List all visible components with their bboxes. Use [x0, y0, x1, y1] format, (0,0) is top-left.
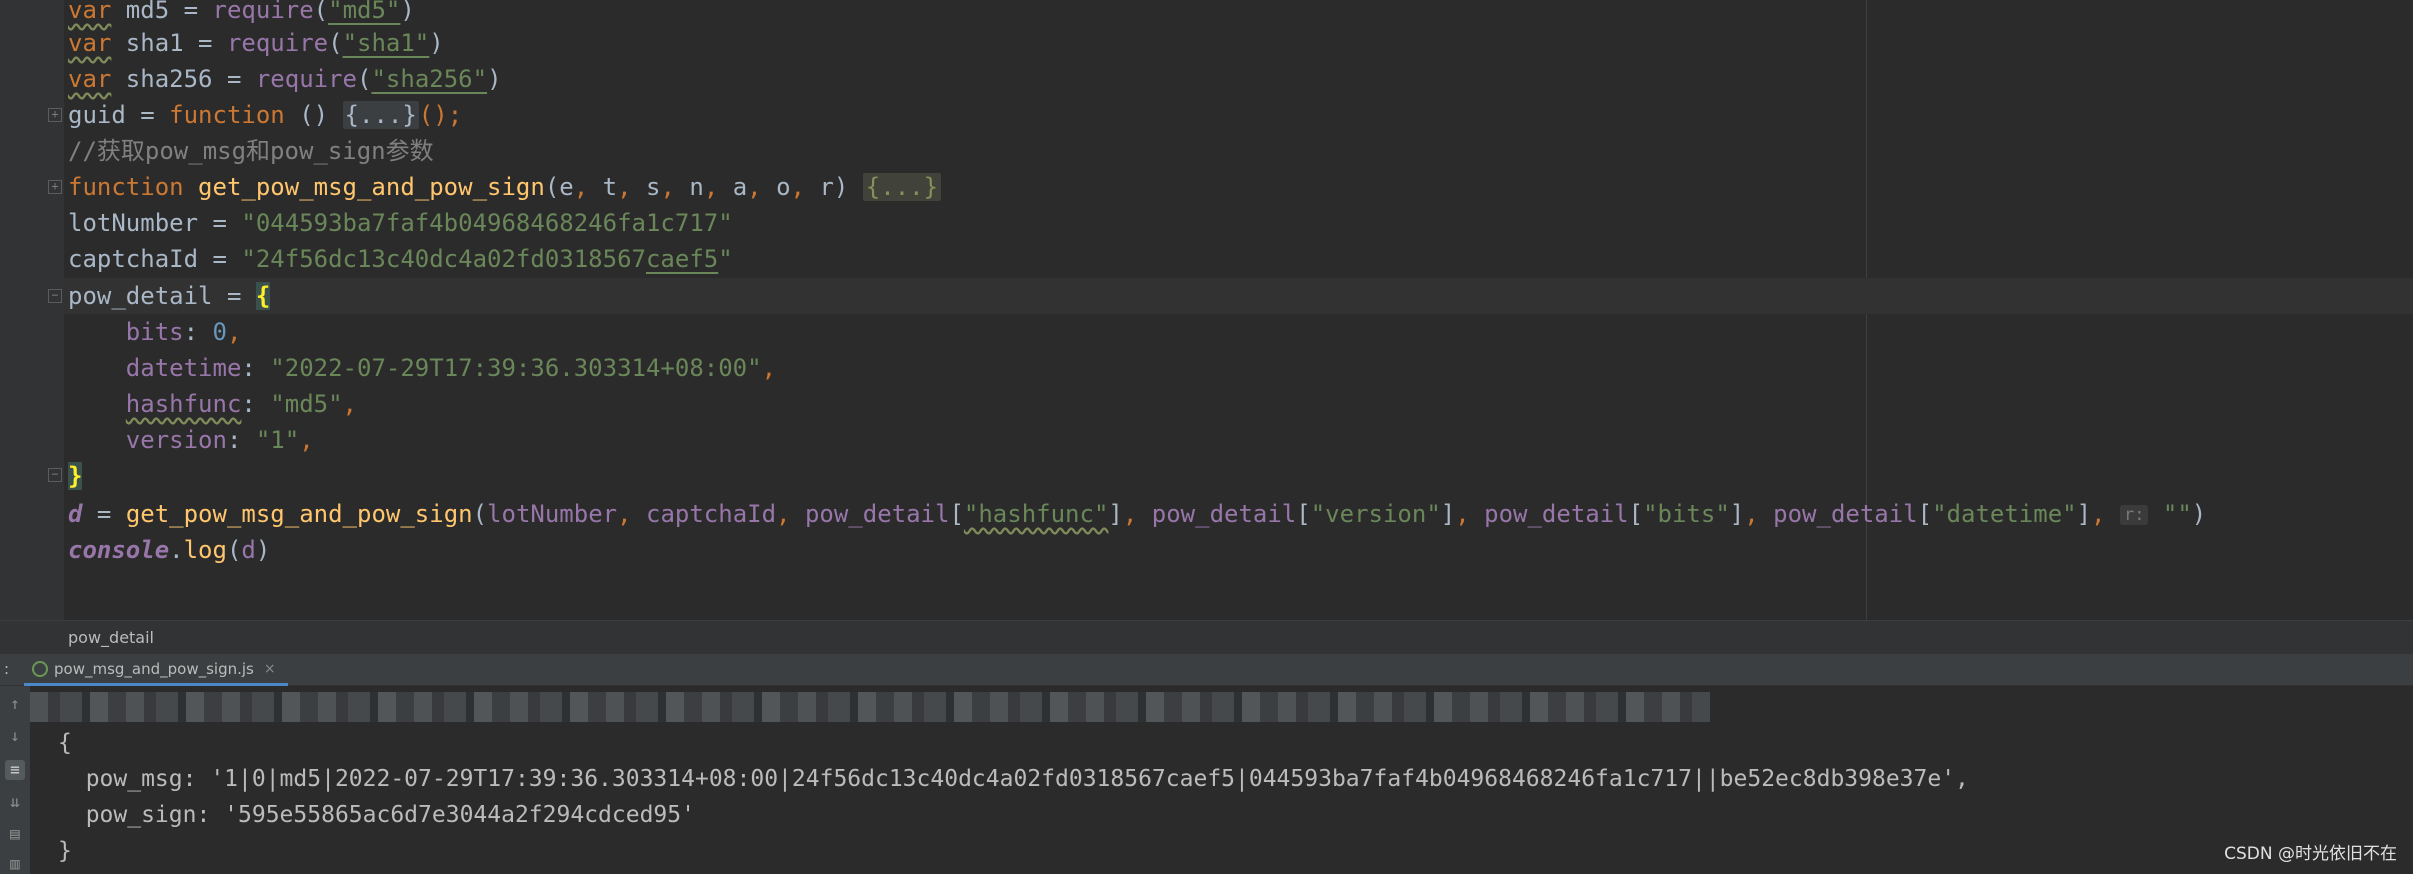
folded-block[interactable]: {...}	[862, 173, 942, 201]
console-line: }	[58, 838, 72, 864]
code-line-4: guid = function () {...}();	[68, 101, 463, 129]
nodejs-icon	[32, 660, 48, 677]
parameter-hint: r:	[2119, 505, 2149, 525]
console-line: pow_msg: '1|0|md5|2022-07-29T17:39:36.30…	[58, 766, 1969, 792]
trash-icon[interactable]: ▥	[5, 854, 25, 874]
code-line-13: version: "1",	[68, 426, 314, 454]
code-line-6: function get_pow_msg_and_pow_sign(e, t, …	[68, 169, 942, 205]
code-line-5: //获取pow_msg和pow_sign参数	[68, 137, 434, 165]
soft-wrap-icon[interactable]: ≡	[5, 760, 25, 780]
editor-gutter	[0, 0, 64, 620]
folded-block[interactable]: {...}	[342, 101, 419, 129]
close-icon[interactable]: ×	[264, 661, 276, 677]
fold-toggle-icon[interactable]: −	[48, 289, 62, 303]
code-line-11: datetime: "2022-07-29T17:39:36.303314+08…	[68, 354, 777, 382]
run-label: :	[4, 660, 10, 678]
scroll-to-end-icon[interactable]: ⇊	[5, 792, 25, 812]
fold-toggle-icon[interactable]: +	[48, 108, 62, 122]
code-line-1: var md5 = require("md5")	[68, 0, 415, 24]
code-line-12: hashfunc: "md5",	[125, 390, 357, 418]
down-icon[interactable]: ↓	[5, 726, 25, 746]
run-console[interactable]: ↑ ↓ ≡ ⇊ ▤ ▥ { pow_msg: '1|0|md5|2022-07-…	[0, 686, 2413, 874]
console-toolbar: ↑ ↓ ≡ ⇊ ▤ ▥	[0, 686, 30, 874]
code-line-7: lotNumber = "044593ba7faf4b04968468246fa…	[68, 209, 733, 237]
breadcrumb[interactable]: pow_detail	[0, 620, 2413, 654]
rerun-icon[interactable]: ↑	[5, 694, 25, 714]
fold-toggle-icon[interactable]: −	[48, 468, 62, 482]
fold-toggle-icon[interactable]: +	[48, 180, 62, 194]
code-line-2: var sha1 = require("sha1")	[68, 29, 444, 57]
breadcrumb-item[interactable]: pow_detail	[68, 628, 154, 647]
code-editor[interactable]: var md5 = require("md5") var sha1 = requ…	[0, 0, 2413, 620]
code-line-14: }	[68, 462, 83, 490]
watermark: CSDN @时光依旧不在	[2224, 844, 2397, 864]
tab-run-config[interactable]: pow_msg_and_pow_sign.js ×	[24, 654, 288, 686]
run-tool-tabs: : pow_msg_and_pow_sign.js ×	[0, 654, 2413, 686]
tab-label: pow_msg_and_pow_sign.js	[54, 659, 254, 678]
code-line-9-current[interactable]: pow_detail = {	[64, 278, 2413, 314]
code-line-16: console.log(d)	[68, 536, 271, 564]
code-line-15: d = get_pow_msg_and_pow_sign(lotNumber, …	[68, 500, 2207, 528]
code-line-8: captchaId = "24f56dc13c40dc4a02fd0318567…	[68, 245, 733, 273]
print-icon[interactable]: ▤	[5, 824, 25, 844]
code-line-3: var sha256 = require("sha256")	[68, 65, 502, 93]
console-line: {	[58, 730, 72, 756]
console-line: pow_sign: '595e55865ac6d7e3044a2f294cdce…	[58, 802, 695, 828]
code-line-10: bits: 0,	[68, 318, 242, 346]
redacted-command-line	[30, 692, 1710, 722]
